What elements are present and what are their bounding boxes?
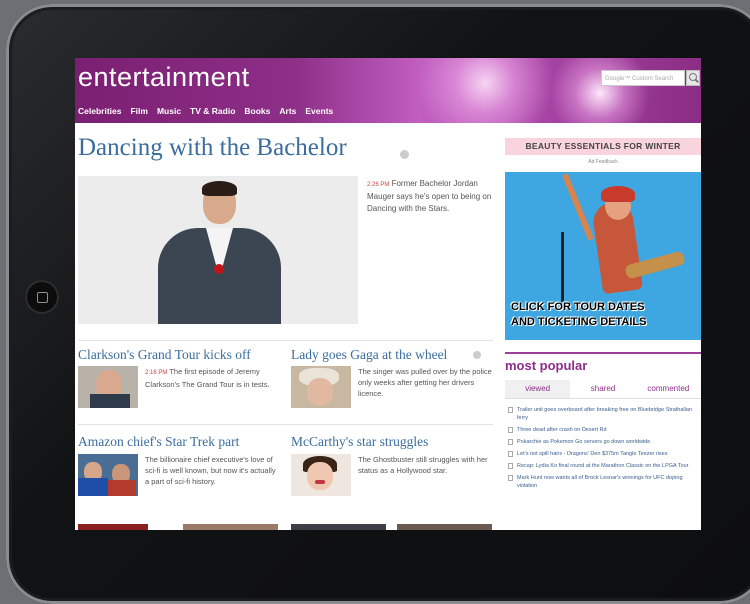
- face-shape: [307, 378, 333, 406]
- uniform-shape: [78, 478, 108, 496]
- ad-feedback-link[interactable]: Ad Feedback: [505, 159, 701, 165]
- list-item[interactable]: Let's not spill hairs - Dragons' Den $37…: [508, 450, 700, 458]
- lead-headline[interactable]: Dancing with the Bachelor: [78, 134, 347, 162]
- lead-summary: 2:26 PM Former Bachelor Jordan Mauger sa…: [367, 178, 492, 215]
- list-item-text: Pokarchie as Pokemon Go servers go down …: [517, 439, 651, 445]
- story-title[interactable]: Clarkson's Grand Tour kicks off: [78, 347, 251, 363]
- tab-shared[interactable]: shared: [570, 380, 635, 398]
- ad-heading[interactable]: BEAUTY ESSENTIALS FOR WINTER: [505, 138, 701, 155]
- nav-item-events[interactable]: Events: [305, 106, 333, 116]
- most-popular-list: Trailer unit goes overboard after breaki…: [508, 406, 700, 494]
- home-button[interactable]: [25, 280, 59, 314]
- story-summary: The singer was pulled over by the police…: [358, 367, 492, 398]
- list-item[interactable]: Recap: Lydia Ko final round at the Marat…: [508, 462, 700, 470]
- section-nav: Celebrities Film Music TV & Radio Books …: [78, 106, 333, 116]
- nav-item-tv-radio[interactable]: TV & Radio: [190, 106, 235, 116]
- next-row-image[interactable]: [78, 524, 148, 530]
- arrow-icon[interactable]: [473, 351, 481, 359]
- list-item-text: Mark Hunt now wants all of Brock Lesnar'…: [517, 475, 683, 489]
- story-image[interactable]: [291, 366, 351, 408]
- ad-cta-line: AND TICKETING DETAILS: [511, 316, 647, 328]
- mic-stand: [561, 232, 564, 302]
- tablet-screen: entertainment Google™ Custom Search Cele…: [75, 58, 701, 530]
- list-item[interactable]: Pokarchie as Pokemon Go servers go down …: [508, 438, 700, 446]
- story-title[interactable]: McCarthy's star struggles: [291, 434, 428, 450]
- jacket-shape: [90, 394, 130, 408]
- article-icon: [508, 407, 513, 413]
- nav-item-books[interactable]: Books: [244, 106, 270, 116]
- next-row-image[interactable]: [183, 524, 278, 530]
- story-summary: The Ghostbuster still struggles with her…: [358, 455, 488, 475]
- rose-icon: [214, 264, 224, 274]
- section-rule: [505, 352, 701, 354]
- search-button[interactable]: [686, 70, 700, 86]
- story-image[interactable]: [291, 454, 351, 496]
- tab-commented[interactable]: commented: [636, 380, 701, 398]
- next-row-image[interactable]: [397, 524, 492, 530]
- list-item-text: Let's not spill hairs - Dragons' Den $37…: [517, 451, 668, 457]
- nav-item-music[interactable]: Music: [157, 106, 181, 116]
- list-item-text: Recap: Lydia Ko final round at the Marat…: [517, 463, 689, 469]
- most-popular-tabs: viewed shared commented: [505, 380, 701, 399]
- face-shape: [307, 462, 333, 490]
- ad-cta-line: CLICK FOR TOUR DATES: [511, 301, 645, 313]
- ad-banner[interactable]: CLICK FOR TOUR DATES AND TICKETING DETAI…: [505, 172, 701, 340]
- divider: [78, 424, 493, 425]
- tab-viewed[interactable]: viewed: [505, 380, 571, 398]
- list-item-text: Trailer unit goes overboard after breaki…: [517, 407, 692, 421]
- ad-cta[interactable]: CLICK FOR TOUR DATES AND TICKETING DETAI…: [511, 300, 699, 330]
- story-time: 2:16 PM: [145, 370, 168, 376]
- arrow-icon[interactable]: [400, 150, 409, 159]
- lead-image[interactable]: [78, 176, 358, 324]
- site-logo[interactable]: entertainment: [78, 62, 250, 93]
- person-hair: [202, 181, 237, 196]
- story-summary: 2:16 PM The first episode of Jeremy Clar…: [145, 366, 280, 390]
- site-header: entertainment Google™ Custom Search Cele…: [75, 58, 701, 123]
- list-item-text: Three dead after crash on Desert Rd: [517, 427, 607, 433]
- home-icon: [37, 292, 48, 303]
- search-icon-handle: [695, 78, 699, 83]
- story-image[interactable]: [78, 454, 138, 496]
- article-icon: [508, 475, 513, 481]
- list-item[interactable]: Trailer unit goes overboard after breaki…: [508, 406, 700, 422]
- lead-time: 2:26 PM: [367, 182, 390, 188]
- nav-item-arts[interactable]: Arts: [279, 106, 296, 116]
- singer-hair: [601, 186, 635, 202]
- most-popular-title: most popular: [505, 358, 588, 373]
- nav-item-film[interactable]: Film: [130, 106, 147, 116]
- article-icon: [508, 463, 513, 469]
- story-title[interactable]: Amazon chief's Star Trek part: [78, 434, 239, 450]
- story-summary: The billionaire chief executive's love o…: [145, 455, 276, 486]
- header-light-glow: [545, 58, 655, 123]
- next-row-image[interactable]: [291, 524, 386, 530]
- singer-arm: [562, 173, 594, 241]
- list-item[interactable]: Mark Hunt now wants all of Brock Lesnar'…: [508, 474, 700, 490]
- lips-shape: [315, 480, 325, 484]
- divider: [78, 340, 493, 341]
- list-item[interactable]: Three dead after crash on Desert Rd: [508, 426, 700, 434]
- article-icon: [508, 439, 513, 445]
- nav-item-celebrities[interactable]: Celebrities: [78, 106, 121, 116]
- story-title[interactable]: Lady goes Gaga at the wheel: [291, 347, 447, 363]
- article-icon: [508, 427, 513, 433]
- search-input[interactable]: Google™ Custom Search: [601, 70, 685, 86]
- uniform-shape: [108, 480, 136, 496]
- story-image[interactable]: [78, 366, 138, 408]
- header-light-glow: [405, 58, 565, 123]
- article-icon: [508, 451, 513, 457]
